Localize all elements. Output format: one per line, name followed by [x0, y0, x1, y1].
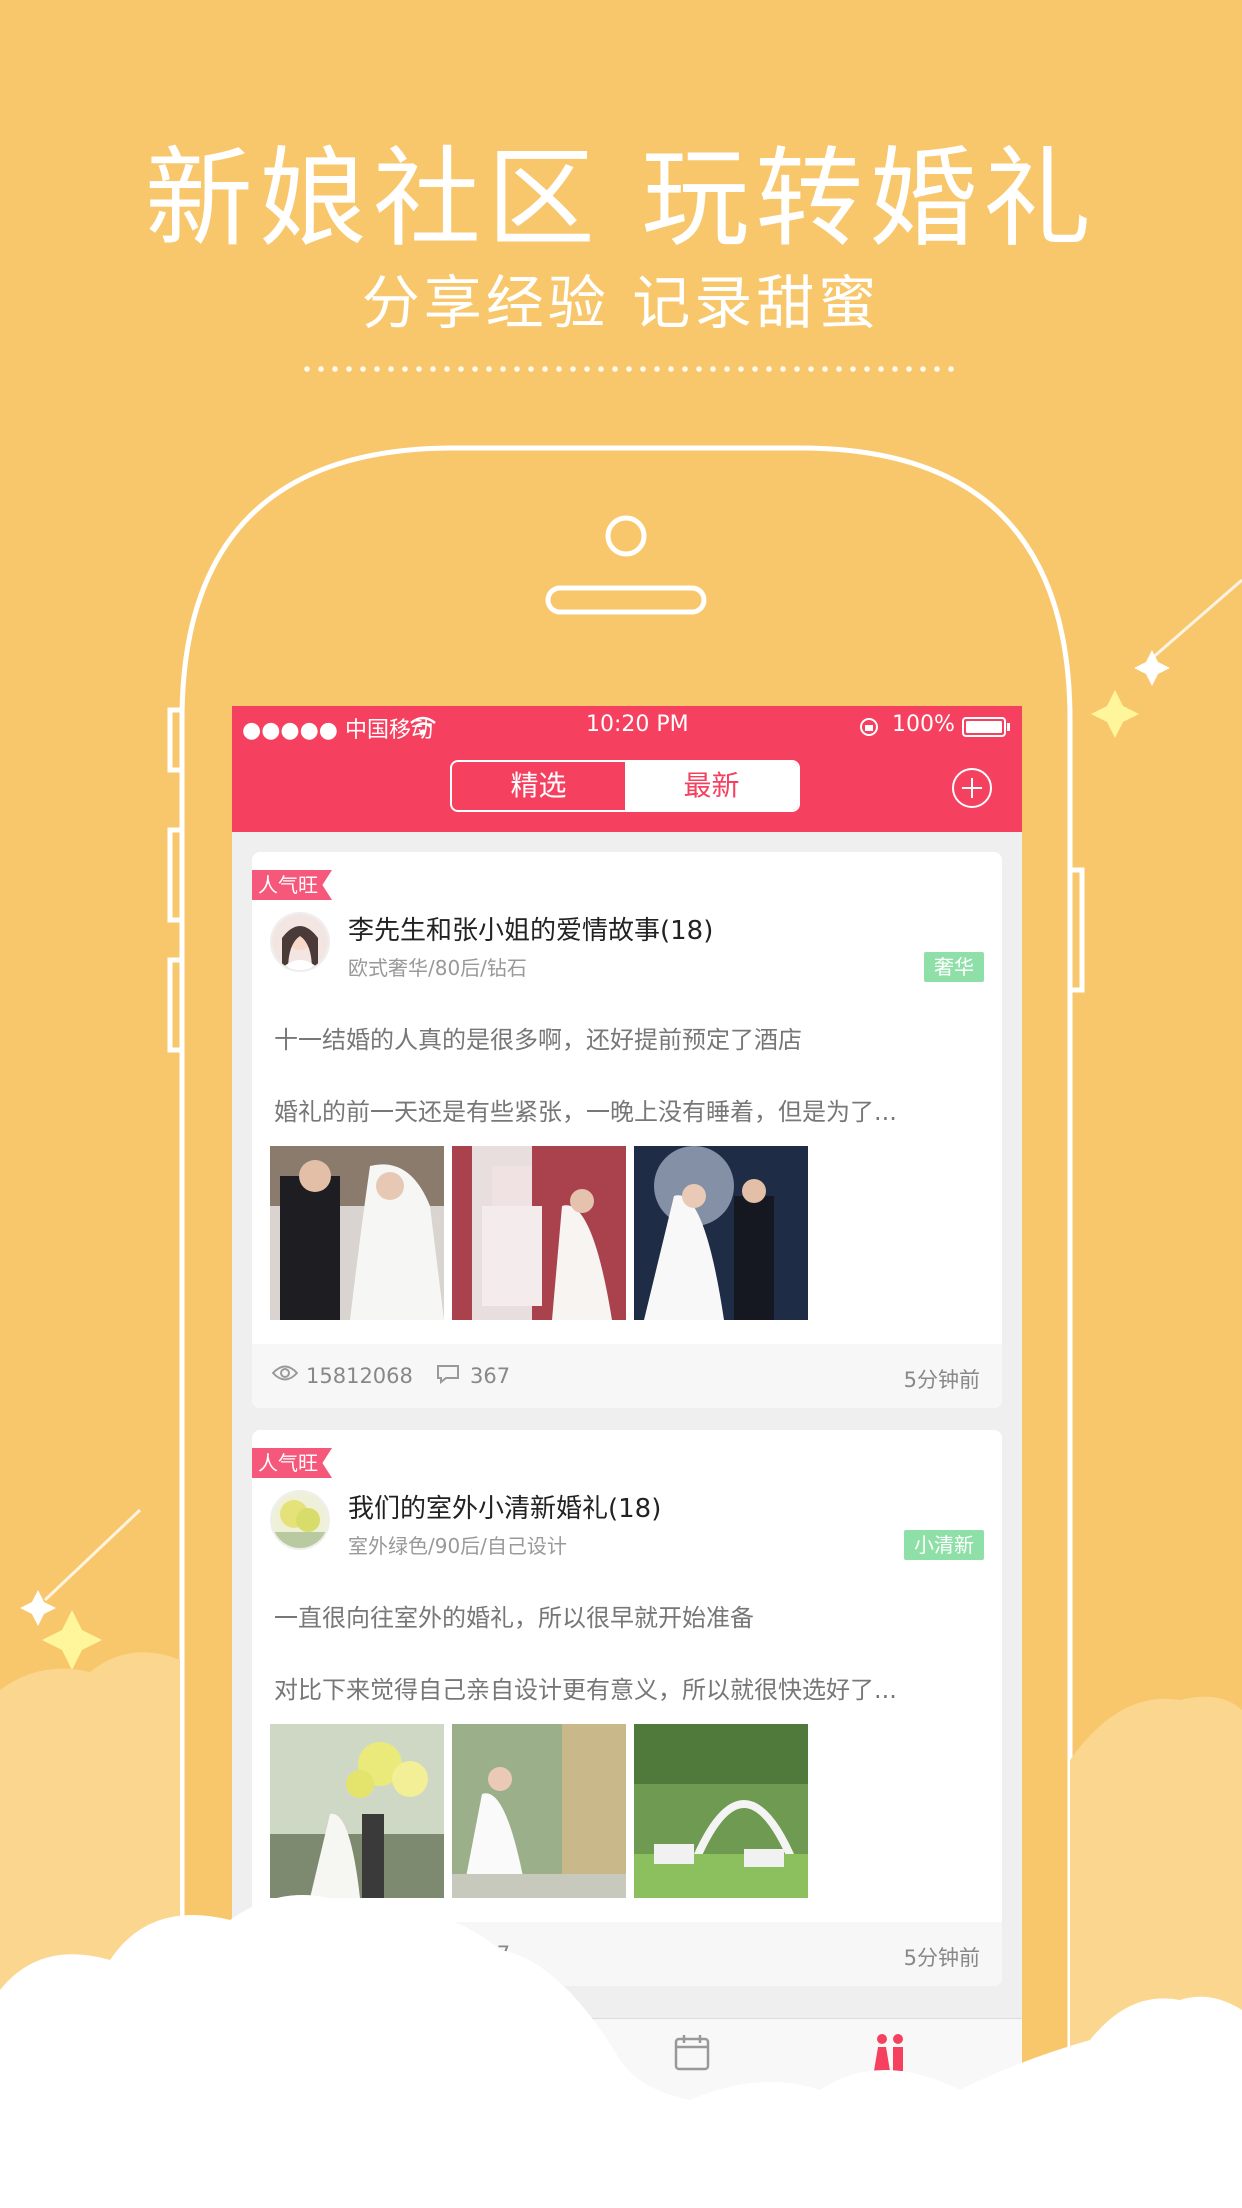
tab-products[interactable]: 优婚品 — [442, 2031, 562, 2108]
post-excerpt-line: 对比下来觉得自己亲自设计更有意义，所以就很快选好了... — [274, 1676, 897, 1704]
tab-latest[interactable]: 最新 — [625, 762, 798, 810]
sparkle-icon — [20, 1590, 56, 1626]
post-title[interactable]: 李先生和张小姐的爱情故事(18) — [348, 910, 713, 947]
comment-icon[interactable] — [436, 1942, 460, 1962]
tab-label: 优婚品 — [472, 2083, 532, 2107]
speaker-icon — [545, 585, 707, 615]
tab-home[interactable] — [252, 2031, 372, 2079]
couple-icon — [874, 2034, 903, 2071]
segmented-control: 精选 最新 — [450, 760, 800, 812]
status-time: 10:20 PM — [586, 712, 689, 737]
promo-title: 新娘社区 玩转婚礼 — [144, 137, 1098, 262]
sparkle-icon — [42, 1610, 102, 1670]
avatar[interactable] — [270, 1490, 330, 1550]
promo-subtitle: 分享经验 记录甜蜜 — [361, 269, 881, 337]
eye-icon — [272, 1943, 298, 1959]
dotted-divider — [300, 366, 960, 372]
post-title[interactable]: 我们的室外小清新婚礼(18) — [348, 1488, 661, 1525]
post-card[interactable]: 人气旺 我们的室外小清新婚礼(18) 室外绿色/90后/自己设计 小清新 一直很… — [252, 1430, 1002, 1986]
post-meta: 欧式奢华/80后/钻石 — [348, 956, 527, 980]
post-excerpt-line: 一直很向往室外的婚礼，所以很早就开始准备 — [274, 1604, 754, 1632]
comment-count: 367 — [470, 1942, 511, 1966]
post-excerpt-line: 十一结婚的人真的是很多啊，还好提前预定了酒店 — [274, 1026, 802, 1054]
battery-icon — [962, 717, 1010, 737]
style-tag: 小清新 — [904, 1530, 984, 1560]
post-card[interactable]: 人气旺 李先生和张小姐的爱情故事(18) 欧式奢华/80后/钻石 奢华 十一结婚… — [252, 852, 1002, 1408]
battery-percent: 100% — [892, 712, 955, 737]
post-photo[interactable] — [270, 1146, 444, 1320]
post-excerpt-line: 婚礼的前一天还是有些紧张，一晚上没有睡着，但是为了... — [274, 1098, 897, 1126]
tab-community[interactable]: 结婚邦 — [830, 2031, 950, 2108]
tab-featured[interactable]: 精选 — [452, 762, 625, 810]
phone-screen: ●●●●● 中国移动 10:20 PM 100% 精选 最新 人气旺 李先生和张… — [232, 706, 1022, 2208]
cake-icon — [484, 2040, 520, 2073]
post-photo[interactable] — [634, 1724, 808, 1898]
view-count: 15812068 — [306, 1364, 413, 1388]
post-meta: 室外绿色/90后/自己设计 — [348, 1534, 567, 1558]
post-time: 5分钟前 — [903, 1368, 980, 1392]
nav-bar: 精选 最新 — [232, 746, 1022, 832]
tab-label: 结婚邦 — [860, 2083, 920, 2107]
post-photo[interactable] — [452, 1146, 626, 1320]
carrier-label: ●●●●● 中国移动 — [242, 718, 433, 743]
sparkle-icon — [1134, 650, 1170, 686]
popular-badge: 人气旺 — [252, 1448, 332, 1478]
calendar-icon — [674, 2035, 710, 2071]
popular-badge: 人气旺 — [252, 870, 332, 900]
post-stats: 15812068 367 5分钟前 — [252, 1922, 1002, 1986]
post-photo[interactable] — [634, 1146, 808, 1320]
eye-icon — [272, 1365, 298, 1381]
post-photo[interactable] — [270, 1724, 444, 1898]
sparkle-icon — [1091, 690, 1139, 738]
church-icon — [296, 2035, 328, 2073]
post-time: 5分钟前 — [903, 1946, 980, 1970]
add-post-icon[interactable] — [952, 768, 992, 808]
comment-count: 367 — [470, 1364, 511, 1388]
style-tag: 奢华 — [924, 952, 984, 982]
status-bar: ●●●●● 中国移动 10:20 PM 100% — [232, 706, 1022, 746]
post-stats: 15812068 367 5分钟前 — [252, 1344, 1002, 1408]
camera-icon — [605, 515, 647, 557]
wifi-icon — [410, 716, 436, 735]
tab-bar: 优婚品 结婚邦 — [232, 2018, 1022, 2208]
orientation-lock-icon — [860, 718, 878, 736]
avatar[interactable] — [270, 912, 330, 972]
view-count: 15812068 — [306, 1942, 413, 1966]
post-photo[interactable] — [452, 1724, 626, 1898]
tab-calendar[interactable] — [632, 2031, 752, 2079]
comment-icon[interactable] — [436, 1364, 460, 1384]
